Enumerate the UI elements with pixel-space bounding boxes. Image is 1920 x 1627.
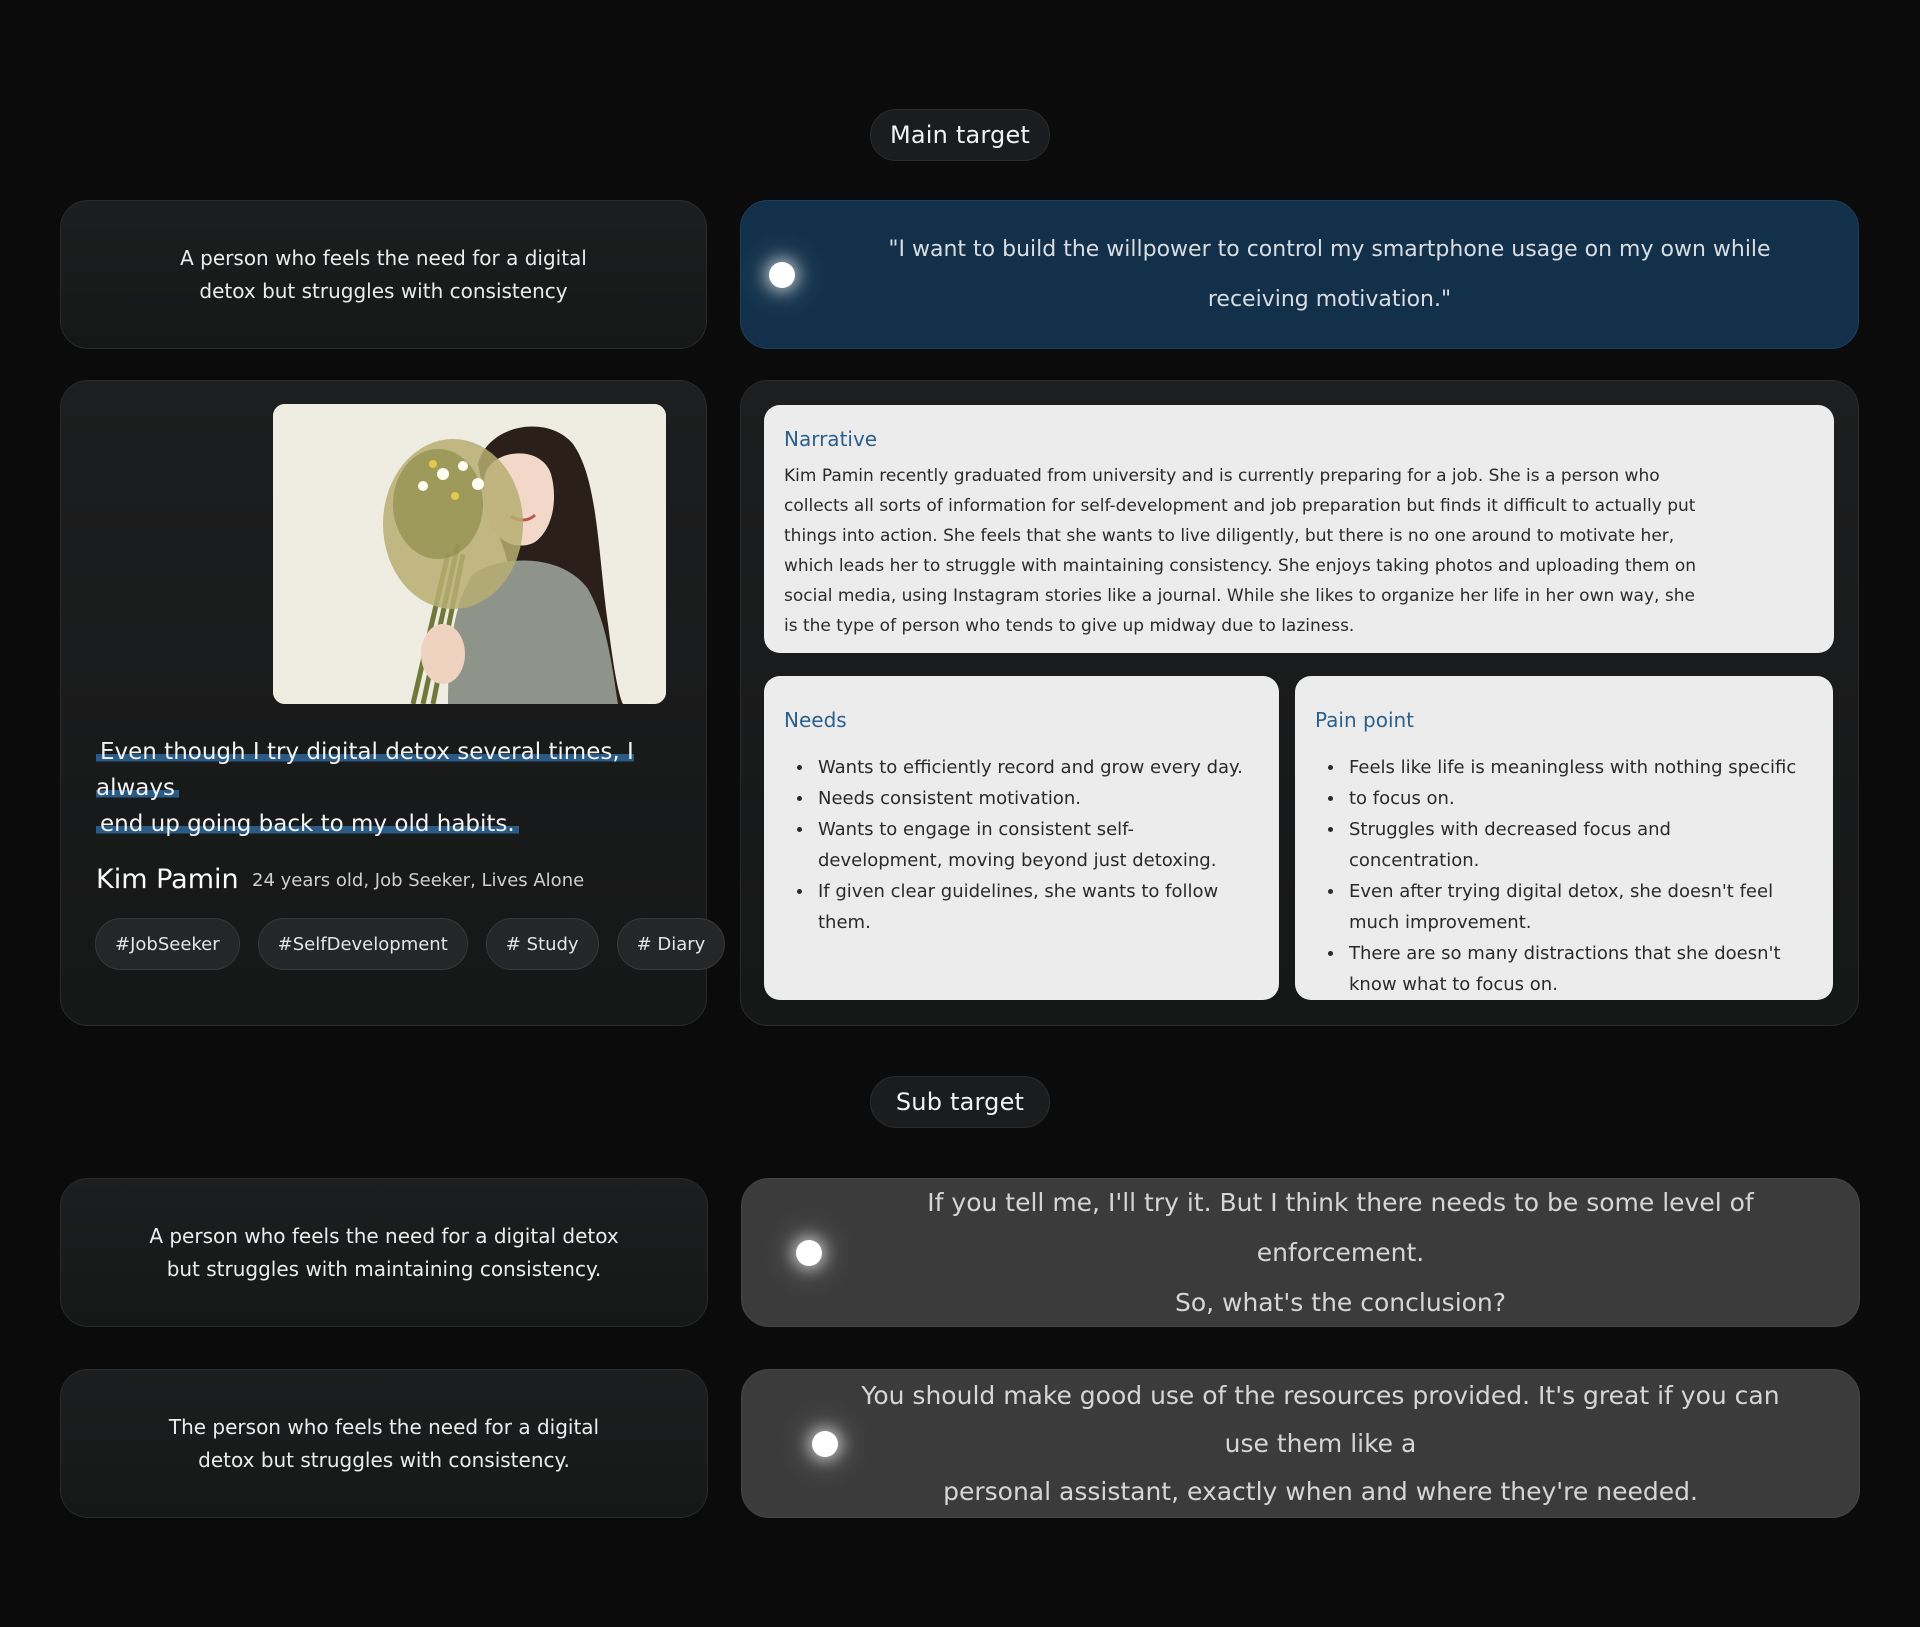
persona-page: Main target A person who feels the need … — [0, 0, 1920, 1627]
needs-item: Wants to efficiently record and grow eve… — [784, 752, 1244, 783]
habit-quote-line-1: Even though I try digital detox several … — [96, 739, 634, 801]
persona-meta: 24 years old, Job Seeker, Lives Alone — [252, 870, 585, 891]
persona-tags: #JobSeeker #SelfDevelopment # Study # Di… — [95, 918, 726, 970]
sub-target-quote-2-line-2: personal assistant, exactly when and whe… — [943, 1476, 1698, 1506]
main-target-description-card: A person who feels the need for a digita… — [60, 200, 707, 349]
pain-point-item: There are so many distractions that she … — [1315, 938, 1805, 1000]
main-target-description: A person who feels the need for a digita… — [180, 245, 587, 303]
main-target-quote-card: "I want to build the willpower to contro… — [740, 200, 1859, 349]
persona-habit-quote: Even though I try digital detox several … — [96, 734, 656, 842]
persona-photo — [273, 404, 666, 704]
persona-name: Kim Pamin — [96, 864, 239, 895]
tag-study: # Study — [485, 918, 599, 970]
sub-target-quote-1-line-2: So, what's the conclusion? — [1174, 1287, 1507, 1317]
glow-dot-icon — [769, 262, 795, 288]
pain-point-item: Feels like life is meaningless with noth… — [1315, 752, 1805, 783]
sub-target-quote-1-line-1: If you tell me, I'll try it. But I think… — [927, 1187, 1754, 1267]
sub-target-quote-1: If you tell me, I'll try it. But I think… — [882, 1178, 1799, 1328]
needs-panel: Needs Wants to efficiently record and gr… — [764, 676, 1279, 1000]
sub-target-description-2: The person who feels the need for a digi… — [168, 1414, 600, 1472]
main-target-quote: "I want to build the willpower to contro… — [888, 236, 1771, 312]
pain-point-item: to focus on. — [1315, 783, 1805, 814]
sub-target-description-card-2: The person who feels the need for a digi… — [60, 1369, 708, 1518]
sub-target-quote-card-1: If you tell me, I'll try it. But I think… — [741, 1178, 1860, 1327]
tag-diary: # Diary — [616, 918, 726, 970]
habit-quote-line-2: end up going back to my old habits. — [96, 811, 519, 837]
needs-item: Wants to engage in consistent self-devel… — [784, 814, 1244, 876]
narrative-body: Kim Pamin recently graduated from univer… — [784, 466, 1697, 636]
needs-item: If given clear guidelines, she wants to … — [784, 876, 1244, 938]
glow-dot-icon — [812, 1431, 838, 1457]
glow-dot-icon — [796, 1240, 822, 1266]
tag-jobseeker: #JobSeeker — [95, 918, 240, 970]
sub-target-label: Sub target — [870, 1076, 1050, 1128]
pain-point-item: Struggles with decreased focus and conce… — [1315, 814, 1805, 876]
sub-target-quote-card-2: You should make good use of the resource… — [741, 1369, 1860, 1518]
sub-target-description-1: A person who feels the need for a digita… — [149, 1223, 619, 1281]
needs-list: Wants to efficiently record and grow eve… — [784, 752, 1244, 938]
pain-point-item: Even after trying digital detox, she doe… — [1315, 876, 1805, 938]
narrative-title: Narrative — [784, 427, 878, 451]
sub-target-quote-2-line-1: You should make good use of the resource… — [861, 1380, 1780, 1458]
pain-point-title: Pain point — [1315, 708, 1415, 732]
pain-point-list: Feels like life is meaningless with noth… — [1315, 752, 1805, 1000]
main-target-label: Main target — [870, 109, 1050, 161]
sub-target-quote-2: You should make good use of the resource… — [842, 1372, 1799, 1516]
narrative-panel: Narrative Kim Pamin recently graduated f… — [764, 405, 1834, 653]
needs-title: Needs — [784, 708, 847, 732]
sub-target-description-card-1: A person who feels the need for a digita… — [60, 1178, 708, 1327]
tag-selfdevelopment: #SelfDevelopment — [257, 918, 468, 970]
pain-point-panel: Pain point Feels like life is meaningles… — [1295, 676, 1833, 1000]
needs-item: Needs consistent motivation. — [784, 783, 1244, 814]
